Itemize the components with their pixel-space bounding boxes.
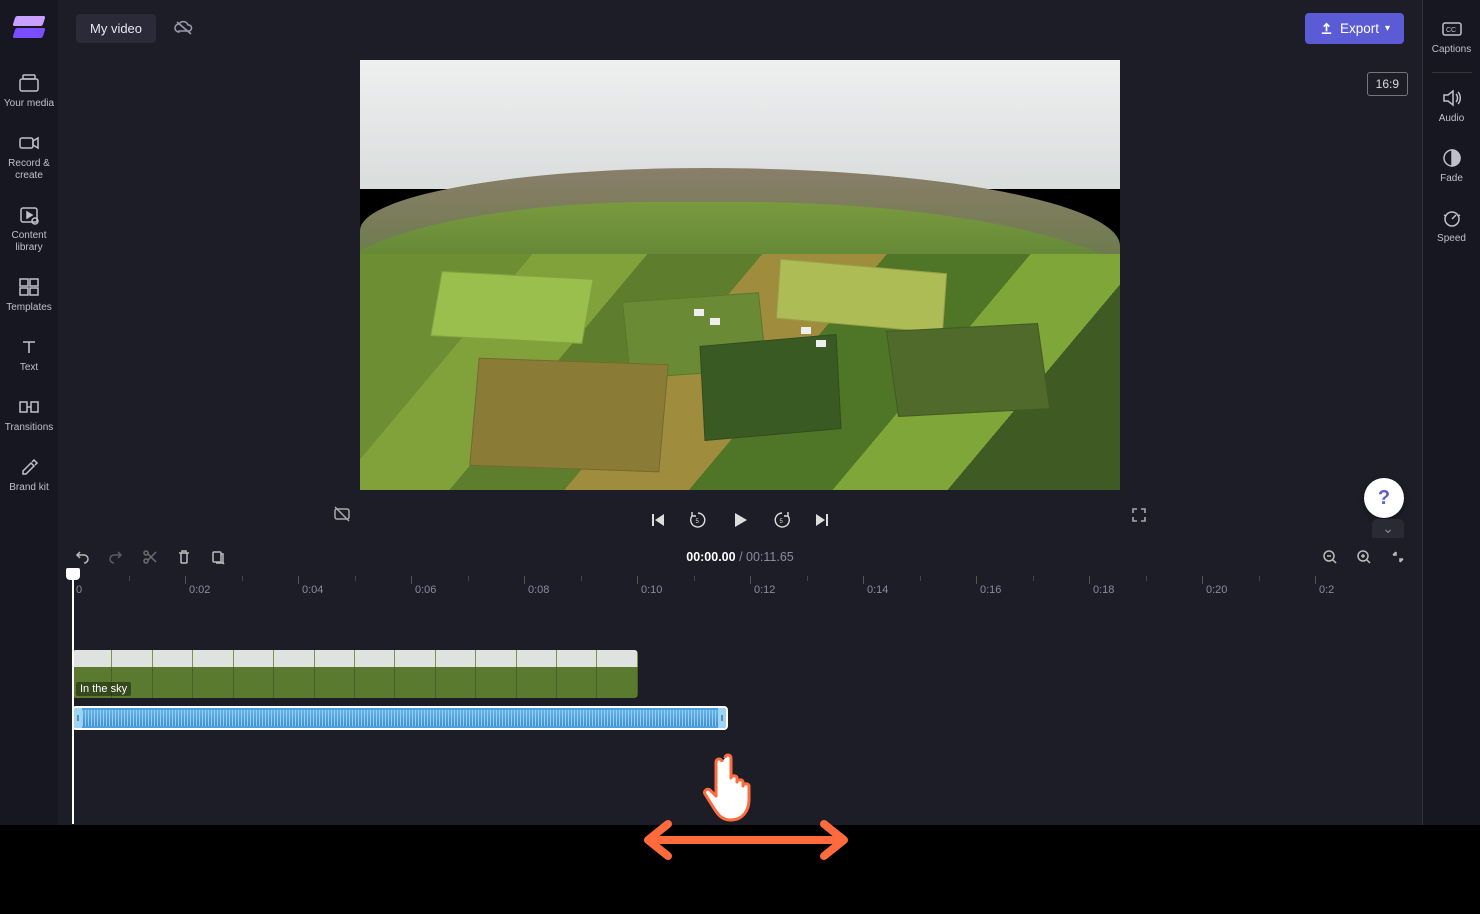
clip-label: In the sky [76, 682, 131, 696]
sidebar-item-content-library[interactable]: Content library [0, 194, 58, 266]
preview-area: 16:9 5 5 ? ⌄ [58, 56, 1422, 540]
video-clip[interactable]: In the sky [72, 650, 638, 698]
playhead-line [72, 574, 74, 824]
timeline-timecode: 00:00.00 / 00:11.65 [686, 550, 794, 564]
zoom-out-button[interactable] [1322, 549, 1338, 565]
ruler-label: 0:10 [641, 584, 662, 596]
playhead-handle[interactable] [66, 568, 80, 580]
speaker-icon [1441, 87, 1463, 109]
sidebar-item-label: Captions [1432, 44, 1471, 56]
ruler-label: 0:04 [302, 584, 323, 596]
ruler-label: 0:08 [528, 584, 549, 596]
upload-icon [1319, 21, 1334, 36]
ruler-label: 0:16 [980, 584, 1001, 596]
camera-icon [18, 132, 40, 154]
rewind-5s-button[interactable]: 5 [688, 510, 708, 530]
audio-trim-handle-left[interactable]: ‖ [74, 708, 82, 728]
duration-time: 00:11.65 [746, 550, 794, 564]
export-button[interactable]: Export ▾ [1305, 13, 1404, 44]
svg-text:5: 5 [696, 519, 700, 525]
text-icon [18, 336, 40, 358]
forward-5s-button[interactable]: 5 [772, 510, 792, 530]
ruler-label: 0:20 [1206, 584, 1227, 596]
ruler-label: 0:18 [1093, 584, 1114, 596]
fit-timeline-button[interactable] [1390, 549, 1406, 565]
svg-text:5: 5 [780, 519, 784, 525]
panel-collapse-button[interactable]: ⌄ [1372, 519, 1404, 538]
sidebar-item-audio[interactable]: Audio [1423, 77, 1480, 137]
sidebar-item-label: Templates [6, 302, 52, 314]
split-button[interactable] [142, 549, 158, 565]
sidebar-item-captions[interactable]: CC Captions [1423, 8, 1480, 68]
sidebar-item-templates[interactable]: Templates [0, 266, 58, 326]
sidebar-item-transitions[interactable]: Transitions [0, 386, 58, 446]
app-logo [14, 16, 44, 42]
video-preview[interactable] [360, 60, 1120, 490]
current-time: 00:00.00 [686, 550, 735, 564]
ruler-label: 0:14 [867, 584, 888, 596]
media-icon [18, 72, 40, 94]
ruler-label: 0 [76, 584, 82, 596]
sidebar-item-text[interactable]: Text [0, 326, 58, 386]
delete-button[interactable] [176, 549, 192, 565]
skip-back-button[interactable] [648, 511, 666, 529]
library-icon [18, 204, 40, 226]
export-label: Export [1340, 21, 1379, 36]
sidebar-item-fade[interactable]: Fade [1423, 137, 1480, 197]
sidebar-item-label: Transitions [5, 422, 54, 434]
chevron-down-icon: ▾ [1385, 23, 1390, 34]
chevron-down-icon: ⌄ [1382, 520, 1394, 536]
right-sidebar: CC Captions Audio Fade Speed [1422, 0, 1480, 825]
sidebar-item-label: Text [20, 362, 38, 374]
playback-controls: 5 5 [648, 510, 832, 530]
ruler-label: 0:06 [415, 584, 436, 596]
waveform [76, 710, 724, 726]
duplicate-button[interactable] [210, 549, 226, 565]
captions-icon: CC [1441, 18, 1463, 40]
cloud-sync-off-icon[interactable] [174, 20, 194, 36]
audio-clip[interactable]: ‖ ‖ [72, 706, 728, 730]
sidebar-item-label: Speed [1437, 233, 1466, 245]
templates-icon [18, 276, 40, 298]
ruler-label: 0:02 [189, 584, 210, 596]
play-button[interactable] [730, 510, 750, 530]
sidebar-item-label: Content library [0, 230, 58, 254]
svg-text:CC: CC [1446, 27, 1456, 34]
sidebar-item-label: Brand kit [9, 482, 48, 494]
speed-icon [1441, 207, 1463, 229]
ruler-label: 0:12 [754, 584, 775, 596]
cursor-hand-annotation [700, 748, 770, 828]
help-button[interactable]: ? [1364, 478, 1404, 518]
ruler-label: 0:2 [1319, 584, 1334, 596]
sidebar-item-label: Your media [4, 98, 54, 110]
undo-button[interactable] [74, 549, 90, 565]
sidebar-item-record-create[interactable]: Record & create [0, 122, 58, 194]
sidebar-item-label: Record & create [0, 158, 58, 182]
project-title-input[interactable]: My video [76, 14, 156, 43]
sidebar-item-your-media[interactable]: Your media [0, 62, 58, 122]
skip-forward-button[interactable] [814, 511, 832, 529]
crop-disabled-button[interactable] [332, 504, 352, 524]
fullscreen-button[interactable] [1130, 506, 1148, 524]
timeline-ruler[interactable]: 0 0:02 0:04 0:06 0:08 0:10 0:12 0:14 0:16 0:18 0:2… [72, 576, 1422, 606]
question-mark-icon: ? [1378, 487, 1390, 510]
sidebar-item-speed[interactable]: Speed [1423, 197, 1480, 257]
zoom-in-button[interactable] [1356, 549, 1372, 565]
redo-button[interactable] [108, 549, 124, 565]
sidebar-item-label: Fade [1440, 173, 1463, 185]
timeline-tracks: In the sky ‖ ‖ [72, 650, 1422, 730]
fade-icon [1441, 147, 1463, 169]
transitions-icon [18, 396, 40, 418]
sidebar-item-label: Audio [1439, 113, 1465, 125]
timeline-toolbar: 00:00.00 / 00:11.65 [58, 540, 1422, 574]
left-sidebar: Your media Record & create Content libra… [0, 0, 58, 825]
brand-kit-icon [18, 456, 40, 478]
topbar: My video Export ▾ [58, 0, 1422, 56]
sidebar-item-brand-kit[interactable]: Brand kit [0, 446, 58, 506]
aspect-ratio-button[interactable]: 16:9 [1367, 72, 1408, 96]
audio-trim-handle-right[interactable]: ‖ [718, 708, 726, 728]
